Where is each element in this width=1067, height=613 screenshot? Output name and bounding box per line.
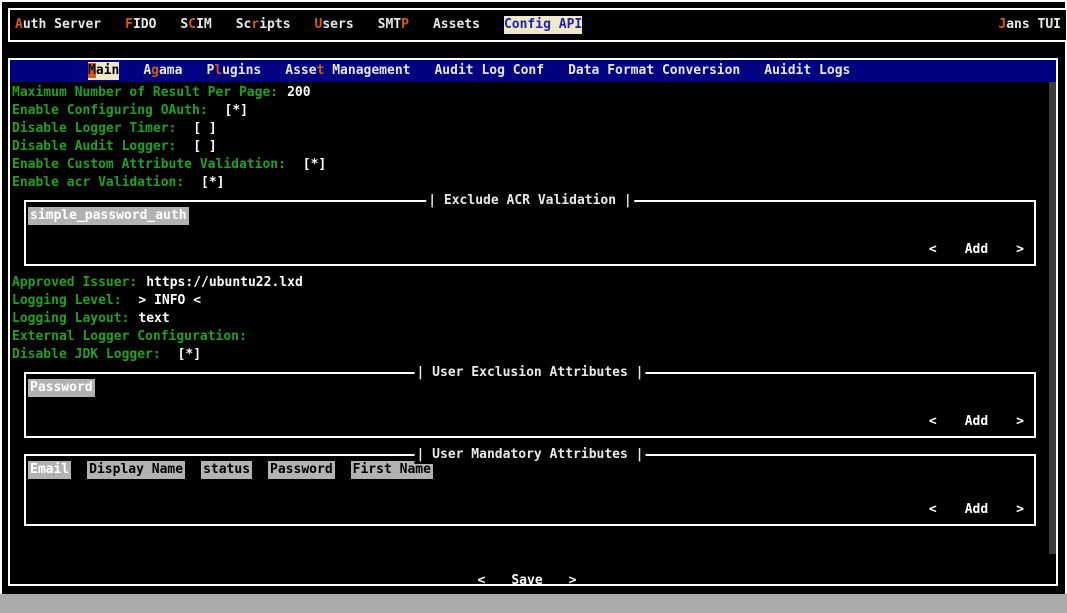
- user-exclusion-add-button[interactable]: < Add >: [929, 413, 1024, 431]
- list-item[interactable]: Password: [268, 461, 335, 479]
- button-left-bracket: <: [929, 413, 937, 431]
- tab-plugins[interactable]: Plugins: [206, 62, 261, 80]
- menu-item-scripts[interactable]: Scripts: [236, 16, 291, 34]
- menu-item-scim[interactable]: SCIM: [180, 16, 211, 34]
- menu-item-config-api[interactable]: Config API: [504, 16, 582, 34]
- menu-item-fido[interactable]: FIDO: [125, 16, 156, 34]
- vertical-scrollbar[interactable]: [1049, 82, 1056, 554]
- button-left-bracket: <: [929, 241, 937, 259]
- max-results-input[interactable]: 200: [287, 85, 310, 100]
- approved-issuer-input[interactable]: https://ubuntu22.lxd: [146, 275, 303, 290]
- field-max-results: Maximum Number of Result Per Page:200: [12, 84, 1042, 102]
- user-mandatory-attributes-title: | User Mandatory Attributes |: [415, 446, 646, 464]
- menu-item-users[interactable]: Users: [315, 16, 354, 34]
- field-disable-logger-timer: Disable Logger Timer: [ ]: [12, 120, 1042, 138]
- config-api-panel: Main Agama Plugins Asset Management Audi…: [8, 58, 1058, 586]
- button-left-bracket: <: [929, 501, 937, 519]
- tab-asset-management[interactable]: Asset Management: [285, 62, 410, 80]
- disable-audit-logger-checkbox[interactable]: [ ]: [185, 139, 216, 154]
- user-mandatory-attributes-box: | User Mandatory Attributes | Email Disp…: [24, 454, 1036, 526]
- logging-level-select[interactable]: > INFO <: [131, 293, 201, 308]
- top-menubar: Auth Server FIDO SCIM Scripts Users SMTP…: [8, 8, 1067, 42]
- button-right-bracket: >: [1016, 241, 1024, 259]
- tab-main[interactable]: Main: [88, 62, 119, 80]
- menu-item-auth-server[interactable]: Auth Server: [15, 16, 101, 34]
- app-title: Jans TUI: [998, 16, 1061, 34]
- jans-tui-window: Auth Server FIDO SCIM Scripts Users SMTP…: [0, 0, 1067, 613]
- status-bar: [0, 594, 1067, 613]
- field-disable-audit-logger: Disable Audit Logger: [ ]: [12, 138, 1042, 156]
- exclude-acr-validation-title: | Exclude ACR Validation |: [426, 192, 634, 210]
- form-body: Maximum Number of Result Per Page:200 En…: [10, 82, 1056, 590]
- button-right-bracket: >: [1016, 413, 1024, 431]
- list-item[interactable]: simple_password_auth: [28, 207, 189, 225]
- button-right-bracket: >: [1016, 501, 1024, 519]
- field-enable-oauth: Enable Configuring OAuth: [*]: [12, 102, 1042, 120]
- exclude-acr-add-button[interactable]: < Add >: [929, 241, 1024, 259]
- button-label: Add: [965, 501, 988, 519]
- save-button[interactable]: < Save >: [12, 572, 1042, 590]
- button-left-bracket: <: [478, 572, 486, 590]
- list-item[interactable]: Password: [28, 379, 95, 397]
- tab-data-format-conversion[interactable]: Data Format Conversion: [568, 62, 740, 80]
- user-exclusion-attributes-title: | User Exclusion Attributes |: [415, 364, 646, 382]
- exclude-acr-validation-box: | Exclude ACR Validation | simple_passwo…: [24, 200, 1036, 266]
- user-mandatory-add-button[interactable]: < Add >: [929, 501, 1024, 519]
- disable-logger-timer-checkbox[interactable]: [ ]: [185, 121, 216, 136]
- button-label: Add: [965, 241, 988, 259]
- enable-oauth-checkbox[interactable]: [*]: [217, 103, 248, 118]
- tab-audit-log-conf[interactable]: Audit Log Conf: [434, 62, 544, 80]
- field-custom-attr-validation: Enable Custom Attribute Validation: [*]: [12, 156, 1042, 174]
- field-approved-issuer: Approved Issuer:https://ubuntu22.lxd: [12, 274, 1042, 292]
- button-right-bracket: >: [569, 572, 577, 590]
- list-item[interactable]: status: [201, 461, 252, 479]
- logging-layout-input[interactable]: text: [138, 311, 169, 326]
- menu-item-smtp[interactable]: SMTP: [378, 16, 409, 34]
- field-logging-layout: Logging Layout:text: [12, 310, 1042, 328]
- field-disable-jdk-logger: Disable JDK Logger: [*]: [12, 346, 1042, 364]
- field-external-logger: External Logger Configuration:: [12, 328, 1042, 346]
- list-item[interactable]: Display Name: [87, 461, 185, 479]
- list-item[interactable]: Email: [28, 461, 71, 479]
- custom-attr-validation-checkbox[interactable]: [*]: [295, 157, 326, 172]
- acr-validation-checkbox[interactable]: [*]: [193, 175, 224, 190]
- field-logging-level: Logging Level: > INFO <: [12, 292, 1042, 310]
- field-acr-validation: Enable acr Validation: [*]: [12, 174, 1042, 192]
- user-exclusion-attributes-box: | User Exclusion Attributes | Password <…: [24, 372, 1036, 438]
- tab-bar: Main Agama Plugins Asset Management Audi…: [10, 60, 1056, 82]
- button-label: Add: [965, 413, 988, 431]
- menu-item-assets[interactable]: Assets: [433, 16, 480, 34]
- tab-auidit-logs[interactable]: Auidit Logs: [764, 62, 850, 80]
- tab-agama[interactable]: Agama: [143, 62, 182, 80]
- disable-jdk-logger-checkbox[interactable]: [*]: [170, 347, 201, 362]
- button-label: Save: [511, 572, 542, 590]
